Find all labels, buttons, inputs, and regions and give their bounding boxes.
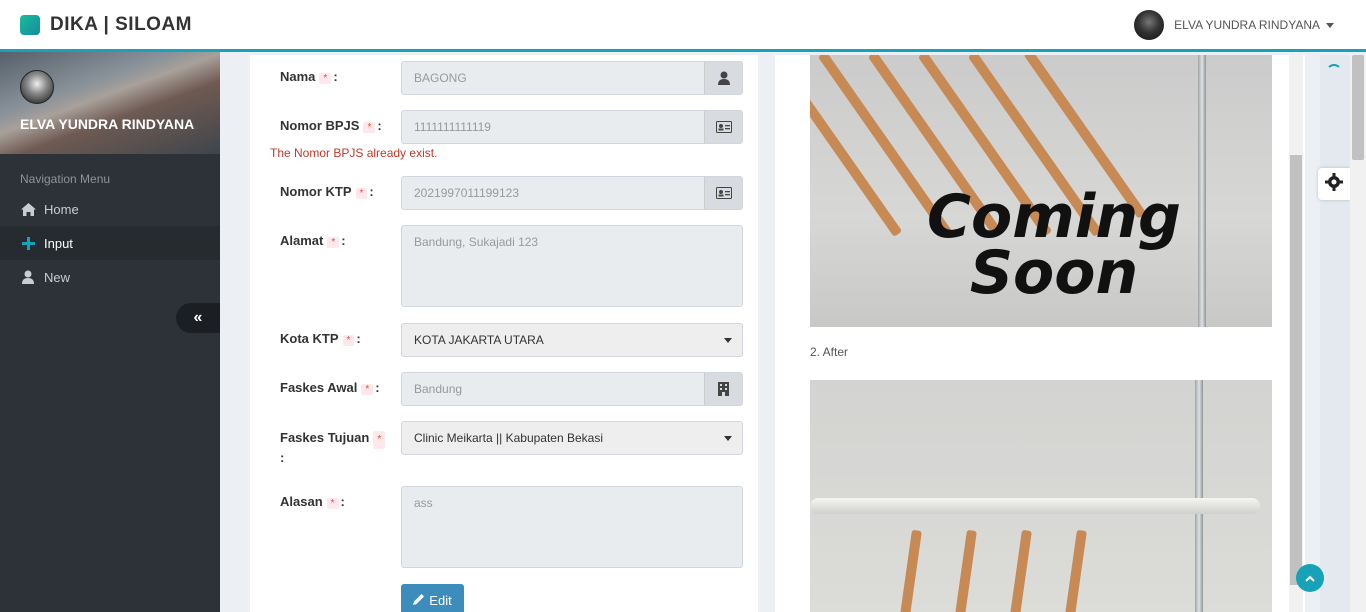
- faskes-awal-input[interactable]: Bandung: [401, 372, 743, 406]
- user-icon: [20, 270, 36, 284]
- id-card-icon: [704, 111, 742, 143]
- scrollbar-thumb[interactable]: [1352, 55, 1364, 160]
- nav-header: Navigation Menu: [20, 172, 111, 186]
- field-label: Alamat *:: [280, 233, 346, 248]
- caret-down-icon: [724, 436, 732, 441]
- profile-name: ELVA YUNDRA RINDYANA: [20, 116, 195, 132]
- id-card-icon: [704, 177, 742, 209]
- field-label: Nomor BPJS *:: [280, 118, 382, 133]
- field-label: Nama *:: [280, 69, 338, 84]
- brand[interactable]: DIKA | SILOAM: [20, 14, 192, 36]
- sidebar-item-label: Home: [44, 201, 79, 217]
- field-label: Faskes Tujuan *:: [280, 429, 390, 467]
- gear-icon: [1325, 172, 1343, 196]
- faskes-tujuan-select[interactable]: Clinic Meikarta || Kabupaten Bekasi: [401, 421, 743, 455]
- sidebar-item-input[interactable]: Input: [0, 226, 220, 260]
- field-label: Faskes Awal *:: [280, 380, 380, 395]
- before-image: Coming Soon: [810, 55, 1272, 327]
- plus-icon: [20, 236, 36, 250]
- edit-button[interactable]: Edit: [401, 584, 464, 612]
- image-panel: Coming Soon 2. After: [775, 55, 1305, 612]
- field-label: Kota KTP *:: [280, 331, 361, 346]
- settings-button[interactable]: [1318, 168, 1350, 200]
- bpjs-input[interactable]: 1111111111119: [401, 110, 743, 144]
- sidebar: ELVA YUNDRA RINDYANA Navigation Menu Hom…: [0, 52, 220, 612]
- pencil-icon: [413, 593, 425, 608]
- alamat-textarea[interactable]: Bandung, Sukajadi 123: [401, 225, 743, 307]
- after-image: [810, 380, 1272, 612]
- image-caption: 2. After: [810, 345, 849, 359]
- caret-down-icon: [724, 338, 732, 343]
- user-name: ELVA YUNDRA RINDYANA: [1174, 18, 1320, 32]
- chevron-up-icon: [1305, 569, 1315, 587]
- kota-ktp-select[interactable]: KOTA JAKARTA UTARA: [401, 323, 743, 357]
- double-chevron-left-icon: «: [193, 309, 203, 326]
- user-icon: [704, 62, 742, 94]
- scrollbar-thumb[interactable]: [1290, 155, 1302, 585]
- loading-spinner-icon: [1326, 64, 1342, 80]
- field-label: Nomor KTP *:: [280, 184, 374, 199]
- user-menu[interactable]: ELVA YUNDRA RINDYANA: [1134, 10, 1334, 40]
- brand-title: DIKA | SILOAM: [50, 14, 192, 35]
- sidebar-collapse-button[interactable]: «: [176, 303, 220, 333]
- sidebar-item-label: New: [44, 269, 71, 285]
- right-control-rail: [1320, 55, 1350, 612]
- brand-logo-icon: [20, 15, 40, 35]
- avatar: [1134, 10, 1165, 40]
- caret-down-icon: [1326, 22, 1334, 28]
- field-label: Alasan *:: [280, 494, 345, 509]
- alasan-textarea[interactable]: ass: [401, 486, 743, 568]
- profile-avatar: [20, 70, 54, 104]
- back-to-top-button[interactable]: [1296, 564, 1324, 592]
- bpjs-error-message: The Nomor BPJS already exist.: [270, 146, 438, 160]
- sidebar-profile: ELVA YUNDRA RINDYANA: [0, 52, 220, 154]
- top-header: DIKA | SILOAM ELVA YUNDRA RINDYANA: [0, 0, 1366, 52]
- image-panel-scrollbar[interactable]: [1289, 55, 1303, 612]
- sidebar-item-new[interactable]: New: [0, 260, 220, 294]
- building-icon: [704, 373, 742, 405]
- page-scrollbar[interactable]: [1350, 55, 1366, 612]
- edit-label: Edit: [429, 592, 452, 608]
- home-icon: [20, 202, 36, 216]
- ktp-input[interactable]: 2021997011199123: [401, 176, 743, 210]
- nama-input[interactable]: BAGONG: [401, 61, 743, 95]
- coming-soon-text: Coming Soon: [926, 182, 1181, 308]
- sidebar-item-home[interactable]: Home: [0, 192, 220, 226]
- sidebar-item-label: Input: [44, 235, 73, 251]
- form-panel: Nama *: BAGONG Nomor BPJS *: 1111111111119…: [250, 55, 758, 612]
